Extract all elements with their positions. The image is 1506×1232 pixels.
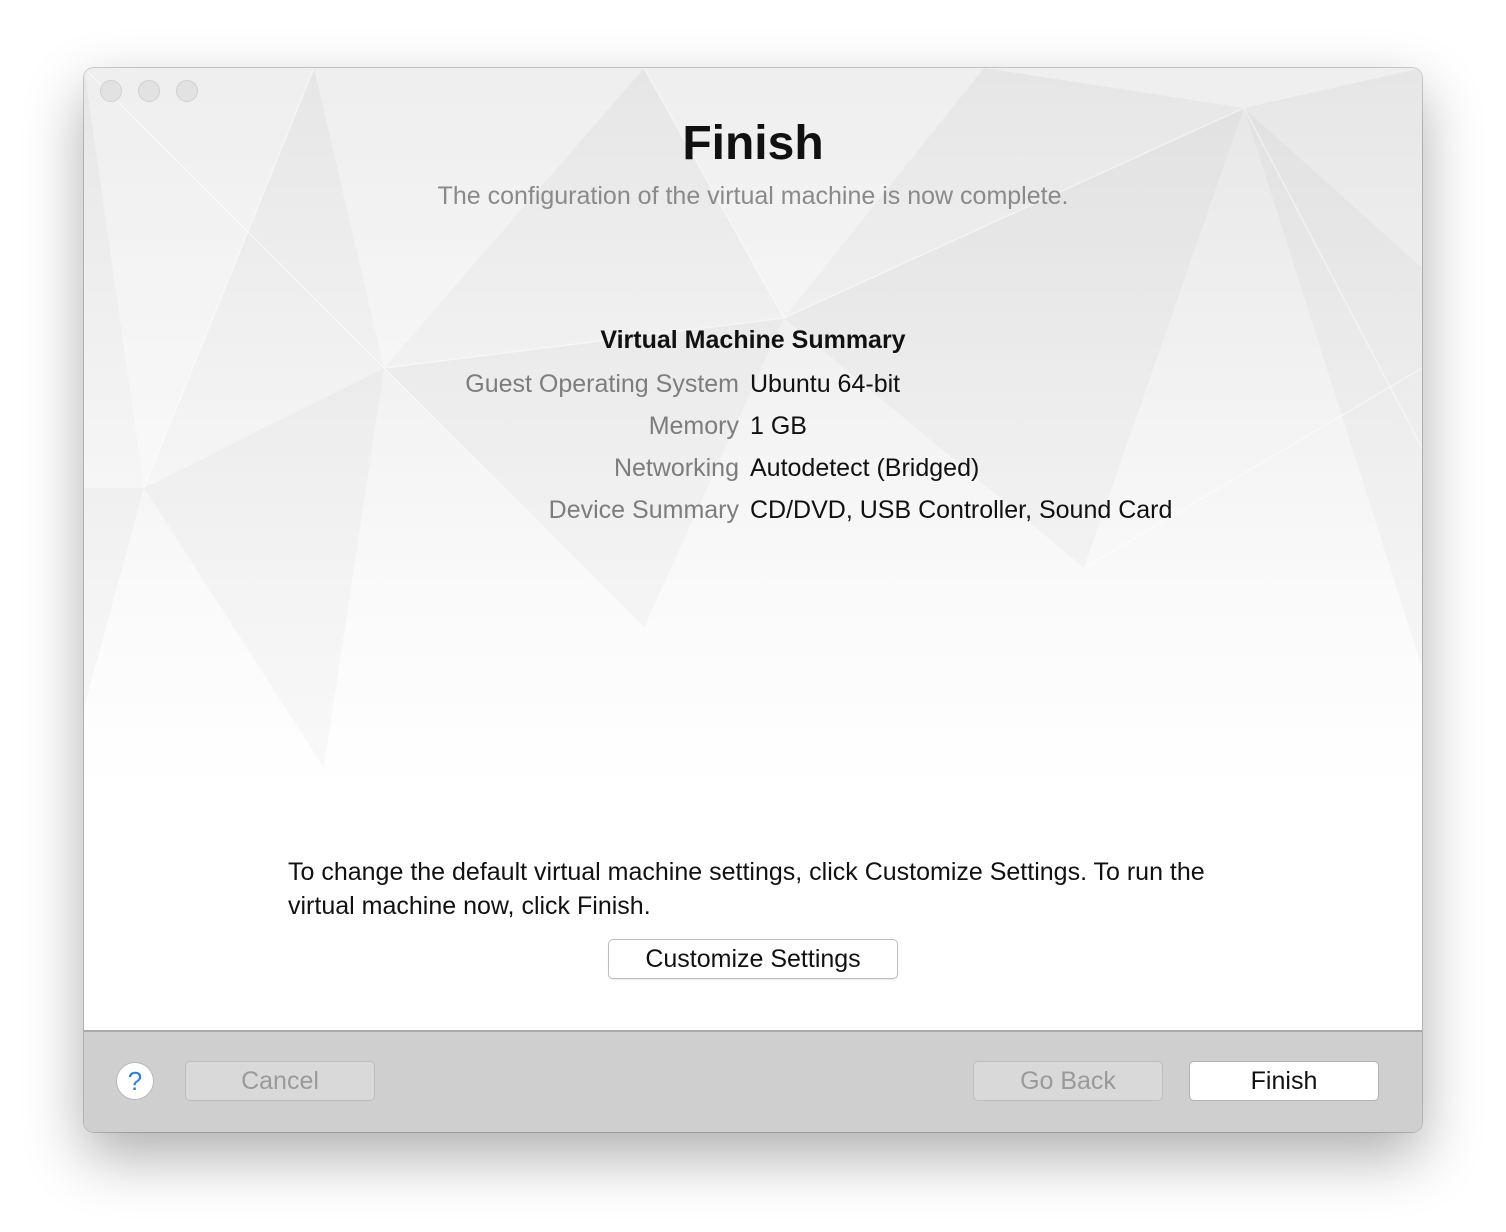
summary-value: 1 GB (750, 412, 807, 440)
finish-button[interactable]: Finish (1189, 1061, 1379, 1101)
summary-row-networking: Networking Autodetect (Bridged) (84, 454, 1422, 490)
window-controls (100, 80, 198, 102)
zoom-window-button[interactable] (176, 80, 198, 102)
customize-instructions: To change the default virtual machine se… (288, 858, 1205, 920)
go-back-button[interactable]: Go Back (973, 1061, 1163, 1101)
summary-row-guest-os: Guest Operating System Ubuntu 64-bit (84, 370, 1422, 406)
close-window-button[interactable] (100, 80, 122, 102)
customize-settings-button[interactable]: Customize Settings (608, 939, 898, 979)
content-area: Finish The configuration of the virtual … (84, 68, 1422, 1030)
summary-label: Memory (648, 412, 739, 440)
summary-row-memory: Memory 1 GB (84, 412, 1422, 448)
summary-row-device-summary: Device Summary CD/DVD, USB Controller, S… (84, 496, 1422, 532)
summary-value: Autodetect (Bridged) (750, 454, 980, 482)
summary-label: Device Summary (548, 496, 739, 524)
page-subtitle: The configuration of the virtual machine… (437, 182, 1069, 210)
footer-bar: ? Cancel Go Back Finish (84, 1030, 1422, 1132)
summary-label: Guest Operating System (465, 370, 739, 398)
question-mark-icon: ? (127, 1066, 143, 1096)
page-title: Finish (682, 117, 824, 170)
summary-label: Networking (613, 454, 739, 482)
minimize-window-button[interactable] (138, 80, 160, 102)
summary-title: Virtual Machine Summary (600, 326, 906, 354)
summary-value: Ubuntu 64-bit (750, 370, 901, 398)
summary-value: CD/DVD, USB Controller, Sound Card (750, 496, 1173, 524)
help-button[interactable]: ? (116, 1062, 154, 1100)
cancel-button[interactable]: Cancel (185, 1061, 375, 1101)
vm-assistant-window: Finish The configuration of the virtual … (84, 68, 1422, 1132)
